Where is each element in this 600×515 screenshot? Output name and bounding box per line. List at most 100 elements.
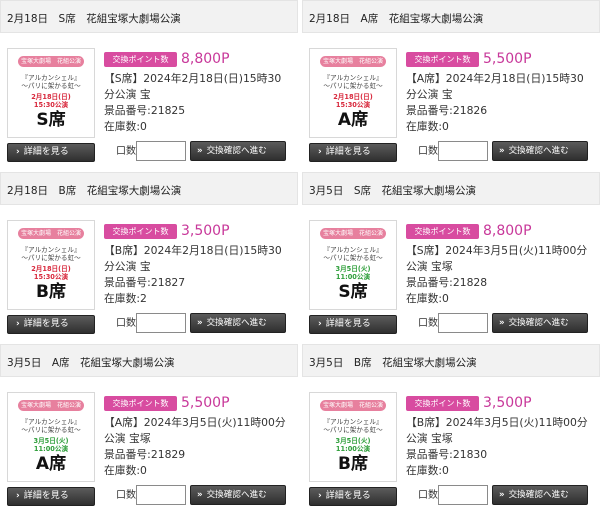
- ticket-card: 3月5日 A席 花組宝塚大劇場公演 宝塚大劇場 花組公演 『アルカンシェル』 ～…: [0, 344, 298, 514]
- points-value: 3,500P: [181, 223, 230, 239]
- poster-brand: 宝塚大劇場 花組公演: [320, 56, 386, 67]
- poster-time: 11:00公演: [33, 445, 69, 453]
- poster-time: 15:30公演: [335, 101, 371, 109]
- chevron-right-icon: ›: [318, 147, 322, 157]
- details-button-label: 詳細を見る: [325, 147, 371, 157]
- quantity-input[interactable]: [438, 485, 488, 505]
- chevron-right-icon: ›: [16, 491, 20, 501]
- exchange-points-badge: 交換ポイント数: [406, 224, 479, 239]
- poster-subtitle: ～パリに架かる虹～: [21, 254, 81, 262]
- quantity-label: 口数: [418, 146, 438, 157]
- exchange-confirm-button[interactable]: » 交換確認へ進む: [190, 485, 286, 505]
- ticket-description: 【S席】2024年3月5日(火)11時00分公演 宝塚: [406, 244, 588, 273]
- poster-time: 15:30公演: [33, 101, 69, 109]
- double-chevron-right-icon: »: [197, 490, 202, 500]
- exchange-points-badge: 交換ポイント数: [104, 396, 177, 411]
- details-button[interactable]: › 詳細を見る: [309, 143, 397, 162]
- poster-subtitle: ～パリに架かる虹～: [21, 426, 81, 434]
- details-button[interactable]: › 詳細を見る: [7, 487, 95, 506]
- item-number: 景品番号:21825: [104, 104, 186, 117]
- double-chevron-right-icon: »: [499, 146, 504, 156]
- poster-image: 宝塚大劇場 花組公演 『アルカンシェル』 ～パリに架かる虹～ 3月5日(火) 1…: [309, 392, 397, 482]
- item-number: 景品番号:21827: [104, 276, 186, 289]
- poster-subtitle: ～パリに架かる虹～: [21, 82, 81, 90]
- exchange-button-label: 交換確認へ進む: [206, 318, 267, 328]
- details-button-label: 詳細を見る: [325, 319, 371, 329]
- exchange-button-label: 交換確認へ進む: [206, 490, 267, 500]
- details-button[interactable]: › 詳細を見る: [7, 143, 95, 162]
- poster-time: 15:30公演: [33, 273, 69, 281]
- points-value: 8,800P: [483, 223, 532, 239]
- poster-subtitle: ～パリに架かる虹～: [323, 426, 383, 434]
- exchange-confirm-button[interactable]: » 交換確認へ進む: [492, 141, 588, 161]
- quantity-input[interactable]: [136, 313, 186, 333]
- poster-brand: 宝塚大劇場 花組公演: [320, 228, 386, 239]
- double-chevron-right-icon: »: [197, 146, 202, 156]
- card-header: 2月18日 B席 花組宝塚大劇場公演: [0, 172, 298, 205]
- stock-count: 在庫数:0: [406, 292, 449, 305]
- item-number: 景品番号:21828: [406, 276, 488, 289]
- poster-brand: 宝塚大劇場 花組公演: [18, 56, 84, 67]
- ticket-grid: 2月18日 S席 花組宝塚大劇場公演 宝塚大劇場 花組公演 『アルカンシェル』 …: [0, 0, 600, 515]
- details-button-label: 詳細を見る: [23, 319, 69, 329]
- poster-image: 宝塚大劇場 花組公演 『アルカンシェル』 ～パリに架かる虹～ 3月5日(火) 1…: [7, 392, 95, 482]
- card-header: 3月5日 A席 花組宝塚大劇場公演: [0, 344, 298, 377]
- item-number: 景品番号:21829: [104, 448, 186, 461]
- poster-image: 宝塚大劇場 花組公演 『アルカンシェル』 ～パリに架かる虹～ 3月5日(火) 1…: [309, 220, 397, 310]
- points-value: 5,500P: [181, 395, 230, 411]
- poster-date: 3月5日(火): [33, 437, 69, 445]
- quantity-input[interactable]: [438, 141, 488, 161]
- chevron-right-icon: ›: [16, 147, 20, 157]
- item-number: 景品番号:21830: [406, 448, 488, 461]
- details-button[interactable]: › 詳細を見る: [309, 315, 397, 334]
- exchange-confirm-button[interactable]: » 交換確認へ進む: [492, 313, 588, 333]
- chevron-right-icon: ›: [16, 319, 20, 329]
- exchange-button-label: 交換確認へ進む: [206, 146, 267, 156]
- stock-count: 在庫数:0: [406, 120, 449, 133]
- points-value: 8,800P: [181, 51, 230, 67]
- ticket-description: 【B席】2024年2月18日(日)15時30分公演 宝: [104, 244, 282, 273]
- points-value: 5,500P: [483, 51, 532, 67]
- double-chevron-right-icon: »: [499, 318, 504, 328]
- poster-date: 2月18日(日): [31, 93, 71, 101]
- details-button[interactable]: › 詳細を見る: [309, 487, 397, 506]
- quantity-label: 口数: [418, 318, 438, 329]
- exchange-confirm-button[interactable]: » 交換確認へ進む: [190, 141, 286, 161]
- poster-image: 宝塚大劇場 花組公演 『アルカンシェル』 ～パリに架かる虹～ 2月18日(日) …: [309, 48, 397, 138]
- double-chevron-right-icon: »: [499, 490, 504, 500]
- card-header: 2月18日 A席 花組宝塚大劇場公演: [302, 0, 600, 33]
- quantity-input[interactable]: [136, 141, 186, 161]
- exchange-button-label: 交換確認へ進む: [508, 318, 569, 328]
- exchange-points-badge: 交換ポイント数: [104, 224, 177, 239]
- poster-date: 3月5日(火): [335, 437, 371, 445]
- poster-date: 2月18日(日): [333, 93, 373, 101]
- double-chevron-right-icon: »: [197, 318, 202, 328]
- poster-date: 2月18日(日): [31, 265, 71, 273]
- ticket-description: 【S席】2024年2月18日(日)15時30分公演 宝: [104, 72, 282, 101]
- quantity-label: 口数: [116, 318, 136, 329]
- details-button-label: 詳細を見る: [23, 491, 69, 501]
- ticket-card: 3月5日 B席 花組宝塚大劇場公演 宝塚大劇場 花組公演 『アルカンシェル』 ～…: [302, 344, 600, 514]
- quantity-label: 口数: [116, 490, 136, 501]
- poster-date: 3月5日(火): [335, 265, 371, 273]
- quantity-input[interactable]: [438, 313, 488, 333]
- poster-seat: S席: [338, 282, 368, 302]
- exchange-points-badge: 交換ポイント数: [406, 52, 479, 67]
- details-button-label: 詳細を見る: [325, 491, 371, 501]
- exchange-points-badge: 交換ポイント数: [406, 396, 479, 411]
- details-button[interactable]: › 詳細を見る: [7, 315, 95, 334]
- exchange-confirm-button[interactable]: » 交換確認へ進む: [190, 313, 286, 333]
- card-header: 3月5日 S席 花組宝塚大劇場公演: [302, 172, 600, 205]
- poster-time: 11:00公演: [335, 445, 371, 453]
- poster-seat: B席: [36, 282, 66, 302]
- item-number: 景品番号:21826: [406, 104, 488, 117]
- exchange-confirm-button[interactable]: » 交換確認へ進む: [492, 485, 588, 505]
- exchange-button-label: 交換確認へ進む: [508, 146, 569, 156]
- poster-title: 『アルカンシェル』: [323, 418, 383, 426]
- poster-subtitle: ～パリに架かる虹～: [323, 254, 383, 262]
- quantity-input[interactable]: [136, 485, 186, 505]
- details-button-label: 詳細を見る: [23, 147, 69, 157]
- stock-count: 在庫数:2: [104, 292, 147, 305]
- poster-title: 『アルカンシェル』: [21, 246, 81, 254]
- poster-subtitle: ～パリに架かる虹～: [323, 82, 383, 90]
